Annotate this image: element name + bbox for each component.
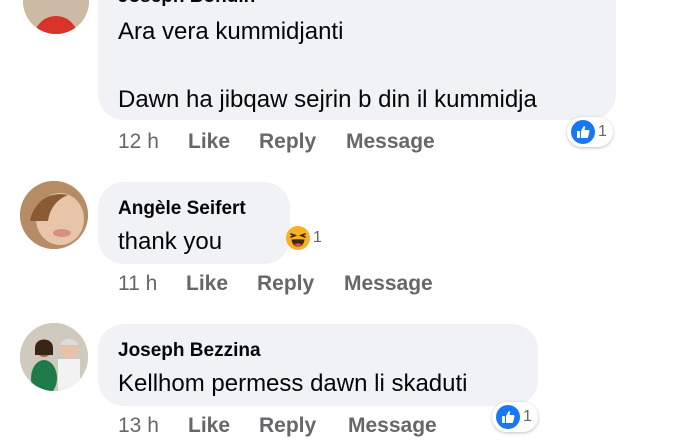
like-icon	[496, 405, 520, 429]
comment-author[interactable]: Angèle Seifert	[118, 198, 246, 220]
comment-timestamp[interactable]: 11 h	[118, 272, 157, 296]
comment-timestamp[interactable]: 13 h	[118, 414, 159, 438]
reaction-summary[interactable]: 1	[492, 402, 538, 432]
comment-text-line: Ara vera kummidjanti	[118, 18, 344, 45]
message-button[interactable]: Message	[346, 130, 435, 154]
comment-text: thank you	[118, 228, 223, 255]
reaction-count: 1	[313, 229, 322, 246]
like-button[interactable]: Like	[188, 130, 230, 154]
like-icon	[571, 120, 595, 144]
reaction-summary[interactable]: 1	[282, 223, 328, 253]
comment-author[interactable]: Joseph Bezzina	[118, 340, 261, 362]
avatar[interactable]	[20, 323, 88, 391]
haha-icon	[286, 226, 310, 250]
reply-button[interactable]: Reply	[259, 130, 316, 154]
comment-text-line: Dawn ha jibqaw sejrin b din il kummidja	[118, 86, 537, 113]
reply-button[interactable]: Reply	[257, 272, 314, 296]
comment-timestamp[interactable]: 12 h	[118, 130, 159, 154]
like-button[interactable]: Like	[188, 414, 230, 438]
reaction-summary[interactable]: 1	[567, 117, 613, 147]
reply-button[interactable]: Reply	[259, 414, 316, 438]
like-button[interactable]: Like	[186, 272, 228, 296]
comment-text: Kellhom permess dawn li skaduti	[118, 370, 468, 397]
message-button[interactable]: Message	[344, 272, 433, 296]
message-button[interactable]: Message	[348, 414, 437, 438]
comment-author[interactable]: Joseph Bondin	[118, 0, 255, 8]
avatar[interactable]	[23, 0, 89, 34]
reaction-count: 1	[523, 408, 532, 425]
avatar[interactable]	[20, 181, 88, 249]
reaction-count: 1	[598, 123, 607, 140]
